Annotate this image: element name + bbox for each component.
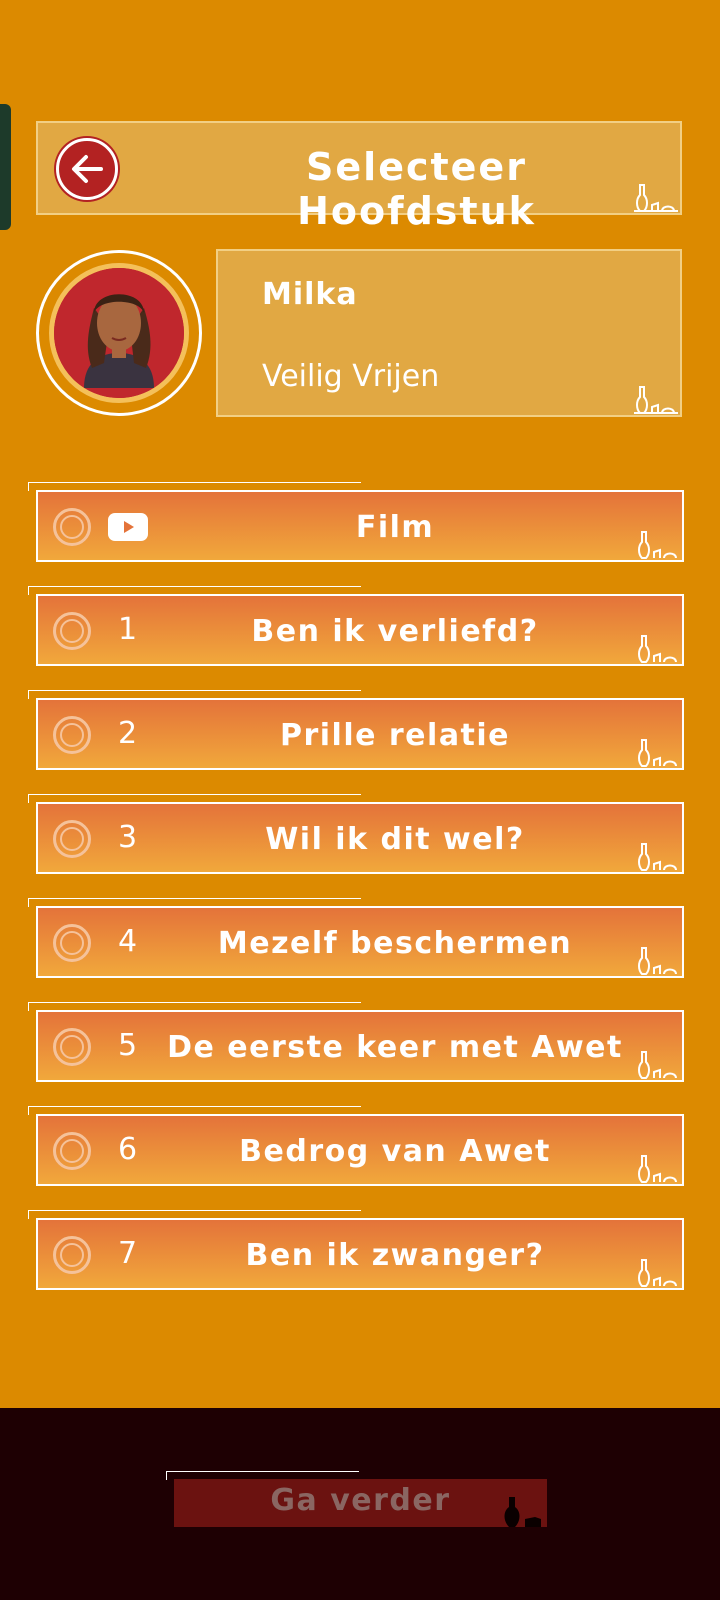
- character-avatar: [36, 250, 202, 416]
- chapter-button-4[interactable]: 4 Mezelf beschermen: [36, 906, 684, 978]
- chapter-row-4: 4 Mezelf beschermen: [28, 898, 686, 978]
- vase-icon: [638, 1259, 677, 1287]
- chapter-radio[interactable]: [53, 924, 91, 962]
- character-portrait: [54, 268, 184, 398]
- vase-icon: [634, 184, 678, 212]
- side-drawer-handle[interactable]: [0, 104, 11, 230]
- chapter-button-2[interactable]: 2 Prille relatie: [36, 698, 684, 770]
- chapter-radio[interactable]: [53, 612, 91, 650]
- character-info-panel: Milka Veilig Vrijen: [216, 249, 682, 417]
- vase-icon: [638, 843, 677, 871]
- chapter-button-5[interactable]: 5 De eerste keer met Awet: [36, 1010, 684, 1082]
- chapter-label: Bedrog van Awet: [239, 1134, 551, 1169]
- chapter-button-film[interactable]: Film: [36, 490, 684, 562]
- chapter-label: Ben ik verliefd?: [251, 614, 539, 649]
- chapter-label: Prille relatie: [279, 718, 511, 753]
- page-title: Selecteer Hoofdstuk: [297, 145, 536, 233]
- chapter-label: Wil ik dit wel?: [265, 822, 525, 857]
- vase-icon: [504, 1497, 541, 1527]
- chapter-label: Ben ik zwanger?: [245, 1238, 545, 1273]
- chapter-button-7[interactable]: 7 Ben ik zwanger?: [36, 1218, 684, 1290]
- character-name: Milka: [262, 277, 358, 312]
- chapter-radio[interactable]: [53, 1236, 91, 1274]
- chapter-row-3: 3 Wil ik dit wel?: [28, 794, 686, 874]
- chapter-button-1[interactable]: 1 Ben ik verliefd?: [36, 594, 684, 666]
- chapter-radio[interactable]: [53, 1132, 91, 1170]
- arrow-left-icon: [72, 155, 103, 183]
- vase-icon: [634, 386, 678, 414]
- back-button[interactable]: [56, 138, 118, 200]
- continue-button[interactable]: Ga verder: [174, 1479, 547, 1527]
- chapter-label: De eerste keer met Awet: [167, 1030, 623, 1065]
- chapter-radio[interactable]: [53, 508, 91, 546]
- vase-icon: [638, 947, 677, 975]
- vase-icon: [638, 1155, 677, 1183]
- chapter-label: Film: [355, 510, 435, 545]
- chapter-row-6: 6 Bedrog van Awet: [28, 1106, 686, 1186]
- vase-icon: [638, 531, 677, 559]
- chapter-row-film: Film: [28, 482, 686, 562]
- vase-icon: [638, 1051, 677, 1079]
- chapter-button-3[interactable]: 3 Wil ik dit wel?: [36, 802, 684, 874]
- continue-label: Ga verder: [270, 1483, 451, 1518]
- header-panel: Selecteer Hoofdstuk: [36, 121, 682, 233]
- vase-icon: [638, 635, 677, 663]
- youtube-play-icon: [108, 513, 148, 541]
- chapter-radio[interactable]: [53, 1028, 91, 1066]
- character-topic: Veilig Vrijen: [262, 359, 440, 394]
- chapter-row-1: 1 Ben ik verliefd?: [28, 586, 686, 666]
- chapter-row-7: 7 Ben ik zwanger?: [28, 1210, 686, 1290]
- chapter-radio[interactable]: [53, 716, 91, 754]
- chapter-label: Mezelf beschermen: [217, 926, 573, 961]
- chapter-row-2: 2 Prille relatie: [28, 690, 686, 770]
- chapter-row-5: 5 De eerste keer met Awet: [28, 1002, 686, 1082]
- vase-icon: [638, 739, 677, 767]
- chapter-radio[interactable]: [53, 820, 91, 858]
- chapter-button-6[interactable]: 6 Bedrog van Awet: [36, 1114, 684, 1186]
